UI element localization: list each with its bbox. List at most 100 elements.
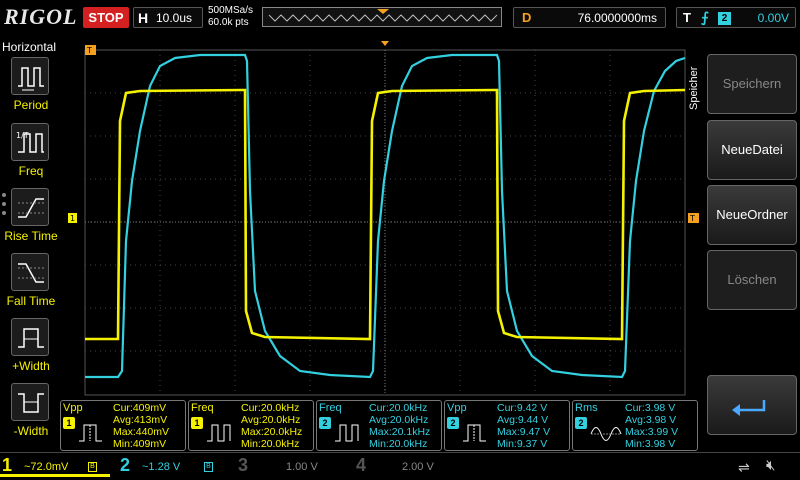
channel-scale: ~1.28 V — [142, 461, 181, 473]
max-value: Max:9.47 V — [497, 426, 551, 438]
horizontal-key: H — [138, 10, 149, 26]
frequency-icon — [335, 424, 359, 442]
channel-badge: 2 — [319, 417, 331, 429]
new-file-button[interactable]: NeueDatei — [707, 120, 797, 180]
cur-value: Cur:9.42 V — [497, 402, 548, 414]
bandwidth-limit-icon: B — [204, 462, 213, 472]
memory-depth: 60.0k pts — [208, 17, 249, 28]
measurement-values: Cur:3.98 V Avg:3.98 V Max:3.99 V Min:3.9… — [625, 402, 678, 450]
new-folder-button[interactable]: NeueOrdner — [707, 185, 797, 245]
channel-scale: ~72.0mV — [24, 461, 69, 473]
menu-page-indicator — [2, 193, 6, 220]
horizontal-timebase[interactable]: H 10.0us — [133, 7, 203, 28]
fall-time-button[interactable] — [11, 253, 49, 291]
channel-3-status[interactable]: 3 1.00 V — [236, 455, 346, 477]
return-button[interactable] — [707, 375, 797, 435]
memory-overview-bar[interactable] — [262, 7, 502, 27]
timebase-value: 10.0us — [156, 11, 193, 25]
measurement-rms-ch2[interactable]: Rms 2 Cur:3.98 V Avg:3.98 V Max:3.99 V M… — [572, 400, 698, 451]
svg-text:1/T: 1/T — [16, 131, 29, 140]
max-value: Max:20.0kHz — [241, 426, 303, 438]
period-button[interactable] — [11, 57, 49, 95]
avg-value: Avg:20.0kHz — [369, 414, 429, 426]
measurement-name: Rms — [575, 402, 598, 414]
channel-number: 4 — [356, 455, 367, 475]
period-label: Period — [13, 98, 49, 112]
brand-logo: RIGOL — [4, 4, 78, 29]
cur-value: Cur:20.0kHz — [369, 402, 428, 414]
waveform-display[interactable]: T 1 T — [60, 41, 700, 398]
measurement-freq-ch1[interactable]: Freq 1 Cur:20.0kHz Avg:20.0kHz Max:20.0k… — [188, 400, 314, 451]
cur-value: Cur:20.0kHz — [241, 402, 300, 414]
channel-number: 2 — [120, 455, 131, 475]
min-value: Min:20.0kHz — [369, 438, 428, 450]
rise-time-icon — [18, 198, 44, 218]
cur-value: Cur:3.98 V — [625, 402, 676, 414]
channel-number: 3 — [238, 455, 249, 475]
min-value: Min:20.0kHz — [241, 438, 300, 450]
channel-1-status[interactable]: 1 ~72.0mV B — [0, 455, 110, 477]
measurement-vpp-ch1[interactable]: Vpp 1 Cur:409mV Avg:413mV Max:440mV Min:… — [60, 400, 186, 451]
frequency-label: Freq — [18, 164, 44, 178]
measurement-name: Vpp — [447, 402, 467, 414]
trigger-level-letter: T — [689, 214, 695, 223]
acquisition-info: 500MSa/s 60.0k pts — [208, 5, 253, 29]
rms-sine-icon — [590, 427, 622, 441]
storage-menu-title: Speicher — [688, 66, 700, 110]
run-stop-status[interactable]: STOP — [83, 7, 129, 28]
speaker-muted-icon[interactable]: 🔇︎ — [766, 457, 775, 474]
measurement-name: Freq — [191, 402, 214, 414]
min-value: Min:3.98 V — [625, 438, 676, 450]
frequency-icon — [207, 424, 231, 442]
delay-key: D — [522, 10, 532, 25]
trigger-level: 0.00V — [757, 11, 789, 25]
max-value: Max:440mV — [113, 426, 170, 438]
frequency-icon: 1/T — [16, 131, 44, 153]
fall-time-label: Fall Time — [6, 294, 56, 308]
delay-value: 76.0000000ms — [577, 11, 657, 25]
measure-menu-title: Horizontal — [2, 40, 57, 54]
measurement-name: Vpp — [63, 402, 83, 414]
usb-icon: ⇌ — [738, 459, 750, 475]
channel-badge: 2 — [575, 417, 587, 429]
channel-badge: 1 — [191, 417, 203, 429]
channel-scale: 2.00 V — [402, 461, 434, 473]
max-value: Max:3.99 V — [625, 426, 679, 438]
channel-4-status[interactable]: 4 2.00 V — [354, 455, 464, 477]
vpp-icon — [79, 424, 102, 442]
max-value: Max:20.1kHz — [369, 426, 431, 438]
frequency-button[interactable]: 1/T — [11, 123, 49, 161]
avg-value: Avg:9.44 V — [497, 414, 549, 426]
measurement-vpp-ch2[interactable]: Vpp 2 Cur:9.42 V Avg:9.44 V Max:9.47 V M… — [444, 400, 570, 451]
negative-width-label: -Width — [13, 424, 49, 438]
memory-waveform-icon — [268, 9, 498, 22]
trigger-pos-letter: T — [86, 46, 92, 55]
avg-value: Avg:20.0kHz — [241, 414, 301, 426]
channel-number: 1 — [2, 455, 13, 475]
sample-rate: 500MSa/s — [208, 5, 254, 16]
negative-width-button[interactable] — [11, 383, 49, 421]
measurement-values: Cur:20.0kHz Avg:20.0kHz Max:20.0kHz Min:… — [241, 402, 302, 450]
channel-2-status[interactable]: 2 ~1.28 V B — [118, 455, 228, 477]
channel-badge: 2 — [447, 417, 459, 429]
measurement-values: Cur:409mV Avg:413mV Max:440mV Min:409mV — [113, 402, 169, 450]
positive-width-label: +Width — [12, 359, 50, 373]
trigger-position-marker — [381, 41, 389, 46]
measurement-name: Freq — [319, 402, 342, 414]
bandwidth-limit-icon: B — [88, 462, 97, 472]
measurement-freq-ch2[interactable]: Freq 2 Cur:20.0kHz Avg:20.0kHz Max:20.1k… — [316, 400, 442, 451]
negative-width-icon — [18, 393, 44, 413]
delete-button[interactable]: Löschen — [707, 250, 797, 310]
trigger-settings[interactable]: T ⨍ 2 0.00V — [676, 7, 796, 28]
save-button[interactable]: Speichern — [707, 54, 797, 114]
rise-time-button[interactable] — [11, 188, 49, 226]
rising-edge-icon: ⨍ — [701, 9, 709, 25]
trigger-key: T — [683, 10, 691, 25]
delay-offset[interactable]: D 76.0000000ms — [513, 7, 666, 28]
min-value: Min:9.37 V — [497, 438, 548, 450]
avg-value: Avg:413mV — [113, 414, 168, 426]
period-icon — [18, 67, 44, 91]
positive-width-button[interactable] — [11, 318, 49, 356]
cur-value: Cur:409mV — [113, 402, 167, 414]
avg-value: Avg:3.98 V — [625, 414, 677, 426]
